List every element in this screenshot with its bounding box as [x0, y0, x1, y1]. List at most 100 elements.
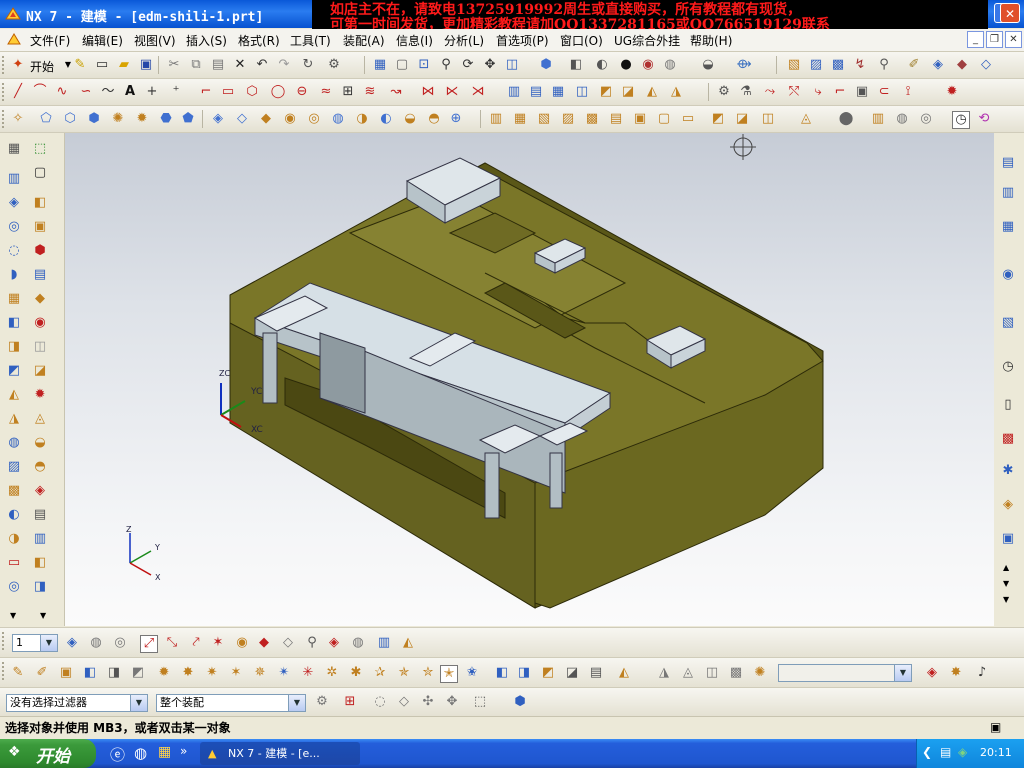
mold-tool-20[interactable]: ✬ [464, 665, 480, 681]
layer-icon-2[interactable]: ◍ [88, 635, 104, 651]
surface-icon-7[interactable]: ⬟ [180, 111, 196, 127]
ellipse-icon[interactable]: ⊖ [294, 84, 310, 100]
paste-icon[interactable]: ▤ [210, 57, 226, 73]
wrap-body-icon[interactable]: ◨ [32, 579, 48, 595]
cycle-icon[interactable]: ⟲ [976, 111, 992, 127]
layer-icon-3[interactable]: ◎ [112, 635, 128, 651]
reuse-library-icon[interactable]: ◈ [1000, 497, 1016, 513]
mold-tool-15[interactable]: ✱ [348, 665, 364, 681]
synchronous-icon-13[interactable]: ◬ [798, 111, 814, 127]
scroll-down-icon-2[interactable]: ▼ [40, 611, 46, 620]
menu-preferences[interactable]: 首选项(P) [496, 32, 549, 49]
type-filter-combo[interactable]: 没有选择过滤器 ▼ [6, 694, 148, 712]
quicklaunch-more-icon[interactable]: » [180, 744, 187, 758]
cylinder-icon[interactable]: ▤ [32, 267, 48, 283]
close-button[interactable]: ✕ [1000, 3, 1020, 23]
snap-icon-8[interactable]: ⚲ [304, 635, 320, 651]
rectangle-select-icon[interactable]: ⬚ [472, 694, 488, 710]
feature-icon[interactable]: ✧ [10, 111, 26, 127]
patch-icon[interactable]: ◎ [306, 111, 322, 127]
scroll-down-icon-4[interactable]: ▼ [1003, 595, 1009, 604]
surface-icon-6[interactable]: ⬣ [158, 111, 174, 127]
scroll-down-icon[interactable]: ▼ [10, 611, 16, 620]
helix-icon[interactable]: ◪ [620, 84, 636, 100]
pan-icon[interactable]: ✥ [482, 57, 498, 73]
analysis-icon[interactable]: ⚲ [876, 57, 892, 73]
shell-icon[interactable]: ◪ [32, 363, 48, 379]
mold-tool-10[interactable]: ✶ [228, 665, 244, 681]
mold-tool-12[interactable]: ✴ [276, 665, 292, 681]
polyline-icon[interactable]: ⌐ [198, 84, 214, 100]
fillet-icon[interactable]: ⋊ [470, 84, 486, 100]
mold-tool-25[interactable]: ▤ [588, 665, 604, 681]
synchronous-icon-5[interactable]: ▩ [584, 111, 600, 127]
wave-icon[interactable]: 〜 [100, 84, 116, 100]
visual-icon[interactable]: ▣ [1000, 531, 1016, 547]
extend-icon[interactable]: ⋉ [444, 84, 460, 100]
move-face-icon[interactable]: ◐ [6, 507, 22, 523]
pull-face-icon[interactable]: ◑ [6, 531, 22, 547]
mold-tool-3[interactable]: ▣ [58, 665, 74, 681]
edit-curve-icon[interactable]: ⚙ [716, 84, 732, 100]
datum-icon[interactable]: ⬚ [32, 141, 48, 157]
selection-option-icon-3[interactable]: ◌ [372, 694, 388, 710]
snap-icon-4[interactable]: ✶ [210, 635, 226, 651]
zoom-lens-icon[interactable]: ⚲ [438, 57, 454, 73]
thread-icon[interactable]: ◬ [32, 411, 48, 427]
wcs-icon[interactable]: ▩ [830, 57, 846, 73]
subtract-icon[interactable]: ◉ [32, 315, 48, 331]
layer-settings-icon[interactable]: ▧ [786, 57, 802, 73]
block-icon[interactable]: ◧ [32, 195, 48, 211]
box-icon[interactable]: ◧ [32, 555, 48, 571]
pocket-icon[interactable]: ◌ [6, 243, 22, 259]
studio-icon[interactable]: ◉ [640, 57, 656, 73]
roles-icon[interactable]: ✱ [1000, 463, 1016, 479]
open-folder-icon[interactable]: ▰ [116, 57, 132, 73]
mold-tool-34[interactable]: ♪ [974, 665, 990, 681]
mold-tool-26[interactable]: ◭ [616, 665, 632, 681]
menu-insert[interactable]: 插入(S) [186, 32, 227, 49]
stretch-icon[interactable]: ⌐ [832, 84, 848, 100]
snap-icon-12[interactable]: ◭ [400, 635, 416, 651]
scroll-down-icon-3[interactable]: ▼ [1003, 579, 1009, 588]
edge-blend-icon[interactable]: ◫ [32, 339, 48, 355]
edit-params-icon[interactable]: ⚗ [738, 84, 754, 100]
resize-blend-icon[interactable]: ▩ [6, 483, 22, 499]
arc-icon[interactable]: ⌒ [32, 84, 48, 100]
emboss-icon[interactable]: ▭ [6, 555, 22, 571]
selection-option-icon-5[interactable]: ✣ [420, 694, 436, 710]
unite-icon[interactable]: ◧ [6, 315, 22, 331]
doc-close-button[interactable]: ✕ [1005, 31, 1022, 48]
mold-tool-2[interactable]: ✐ [34, 665, 50, 681]
isoparametric-icon[interactable]: ◩ [598, 84, 614, 100]
snap-icon-1[interactable]: ⤢ [140, 635, 158, 653]
mold-tool-31[interactable]: ✺ [752, 665, 768, 681]
nx-app-icon[interactable] [4, 5, 22, 23]
synchronous-icon-4[interactable]: ▨ [560, 111, 576, 127]
split-body-icon[interactable]: ◒ [32, 435, 48, 451]
move-layer-icon[interactable]: ▨ [808, 57, 824, 73]
invert-show-icon[interactable]: ◇ [978, 57, 994, 73]
ie-icon[interactable]: ⓔ [110, 744, 125, 765]
menu-tools[interactable]: 工具(T) [290, 32, 331, 49]
synchronous-icon-1[interactable]: ▥ [488, 111, 504, 127]
snap-point-icon[interactable]: ✹ [944, 84, 960, 100]
quicklaunch-icon-3[interactable]: ▦ [158, 744, 171, 760]
solid-sphere-icon[interactable]: ⬤ [838, 111, 854, 127]
tray-arrow-icon[interactable]: ❮ [922, 745, 932, 759]
snap-icon-6[interactable]: ◆ [256, 635, 272, 651]
snap-icon-11[interactable]: ▥ [376, 635, 392, 651]
delete-icon[interactable]: ✕ [232, 57, 248, 73]
doc-minimize-button[interactable]: _ [967, 31, 984, 48]
assembly-navigator-icon[interactable]: ▤ [1000, 155, 1016, 171]
point-icon[interactable]: + [144, 84, 160, 100]
mold-tool-19[interactable]: ✭ [440, 665, 458, 683]
selection-option-icon-1[interactable]: ⚙ [314, 694, 330, 710]
combine-icon[interactable]: ◭ [644, 84, 660, 100]
mold-tool-23[interactable]: ◩ [540, 665, 556, 681]
intersect-body-icon[interactable]: ◨ [6, 339, 22, 355]
new-file-icon[interactable]: ✎ [72, 57, 88, 73]
point-set-icon[interactable]: ⁺ [168, 84, 184, 100]
mold-tool-5[interactable]: ◨ [106, 665, 122, 681]
snap-icon-10[interactable]: ◍ [350, 635, 366, 651]
